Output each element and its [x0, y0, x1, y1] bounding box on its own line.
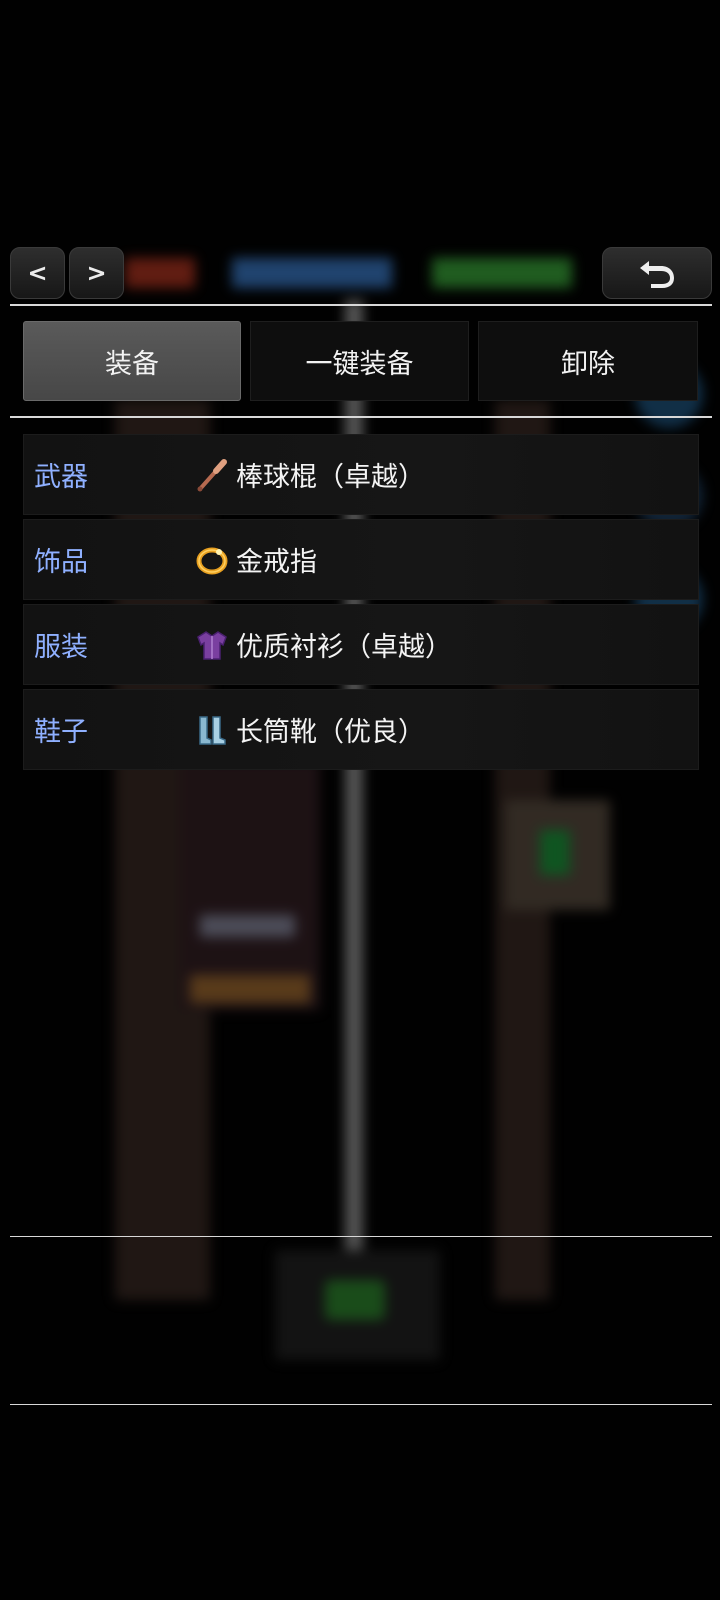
slot-weapon[interactable]: 武器 棒球棍（卓越）	[23, 434, 699, 515]
slot-weapon-type: 武器	[34, 462, 88, 493]
shirt-icon	[197, 630, 227, 660]
slot-accessory[interactable]: 饰品 金戒指	[23, 519, 699, 600]
undo-arrow-icon	[640, 261, 674, 288]
tab-equip[interactable]: 装备	[23, 321, 241, 401]
slot-clothing[interactable]: 服装 优质衬衫（卓越）	[23, 604, 699, 685]
tabs-divider	[10, 416, 712, 418]
tab-equip-label: 装备	[105, 348, 159, 380]
slot-shoes[interactable]: 鞋子 长筒靴（优良）	[23, 689, 699, 770]
slot-weapon-item: 棒球棍（卓越）	[194, 455, 425, 494]
gold-ring-icon	[196, 547, 228, 574]
bottom-divider-2	[10, 1404, 712, 1405]
game-background	[0, 0, 720, 1600]
prev-label: <	[27, 259, 48, 287]
slot-weapon-name: 棒球棍（卓越）	[236, 462, 425, 493]
boots-icon	[199, 715, 226, 745]
equipment-screen: < > 装备 一键装备 卸除 武器 棒球棍（卓越） 饰品 金戒指 服装 优质衬衫…	[0, 0, 720, 1600]
slot-shoes-name: 长筒靴（优良）	[236, 717, 425, 748]
slot-clothing-name: 优质衬衫（卓越）	[236, 632, 452, 663]
equipment-slot-list: 武器 棒球棍（卓越） 饰品 金戒指 服装 优质衬衫（卓越） 鞋子 长筒靴（优良）	[23, 434, 699, 774]
slot-accessory-item: 金戒指	[194, 540, 317, 579]
next-label: >	[86, 259, 107, 287]
tab-unequip-label: 卸除	[561, 348, 615, 380]
top-divider	[10, 304, 712, 306]
prev-button[interactable]: <	[10, 247, 65, 299]
slot-clothing-item: 优质衬衫（卓越）	[194, 625, 452, 664]
tab-one-key-equip[interactable]: 一键装备	[250, 321, 469, 401]
slot-accessory-name: 金戒指	[236, 547, 317, 578]
next-button[interactable]: >	[69, 247, 124, 299]
slot-accessory-type: 饰品	[34, 547, 88, 578]
slot-clothing-type: 服装	[34, 632, 88, 663]
baseball-bat-icon	[197, 458, 227, 491]
tab-unequip[interactable]: 卸除	[478, 321, 698, 401]
bottom-divider-1	[10, 1236, 712, 1237]
slot-shoes-item: 长筒靴（优良）	[194, 710, 425, 749]
back-button[interactable]	[602, 247, 712, 299]
slot-shoes-type: 鞋子	[34, 717, 88, 748]
tab-one-key-equip-label: 一键装备	[305, 348, 414, 380]
